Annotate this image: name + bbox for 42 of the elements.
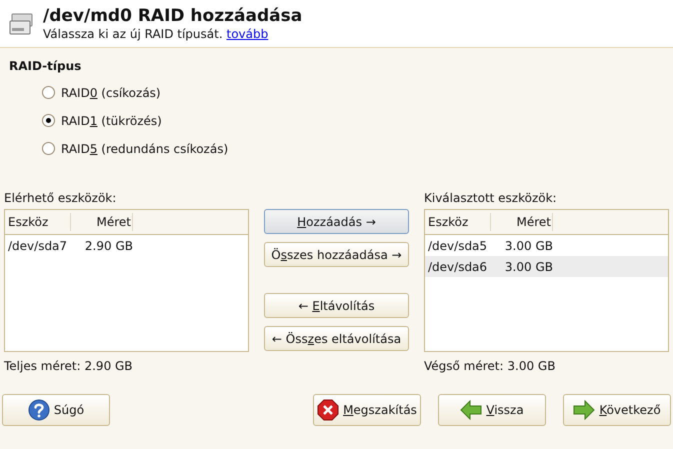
radio-button[interactable] xyxy=(42,86,55,99)
column-header[interactable]: Eszköz xyxy=(5,213,71,231)
size-cell-text: 3.00 GB xyxy=(504,238,553,254)
radio-button[interactable] xyxy=(42,114,55,127)
back-button[interactable]: Vissza xyxy=(438,394,546,426)
size-total: Teljes méret: 2.90 GB xyxy=(4,358,134,375)
transfer-button[interactable]: ← Összes eltávolítása xyxy=(264,326,409,351)
list-label: Kiválasztott eszközök: xyxy=(424,190,558,207)
transfer-button[interactable]: Hozzáadás → xyxy=(264,209,409,234)
more-link[interactable]: tovább xyxy=(226,26,268,40)
dialog-title: /dev/md0 RAID hozzáadása xyxy=(43,6,302,26)
dialog-subtitle: Válassza ki az új RAID típusát. tovább xyxy=(43,26,270,42)
section-heading: RAID-típus xyxy=(9,58,82,75)
transfer-button[interactable]: ← Eltávolítás xyxy=(264,293,409,318)
column-header[interactable]: Méret xyxy=(71,213,133,231)
size-cell-text: 2.90 GB xyxy=(84,238,133,254)
drive-icon xyxy=(9,12,33,34)
raid-radio[interactable]: RAID1 (tükrözés) xyxy=(42,112,162,129)
device-row[interactable]: /dev/sda7 2.90 GB xyxy=(5,235,248,256)
size-total: Végső méret: 3.00 GB xyxy=(424,358,556,375)
list-label: Elérhető eszközök: xyxy=(4,190,118,207)
help-icon xyxy=(28,399,50,421)
next-button[interactable]: Következő xyxy=(563,394,671,426)
column-header[interactable]: Eszköz xyxy=(425,213,491,231)
raid-radio[interactable]: RAID5 (redundáns csíkozás) xyxy=(42,140,228,157)
device-list[interactable]: Eszköz Méret /dev/sda7 2.90 GB xyxy=(4,209,249,352)
device-cell-text: /dev/sda6 xyxy=(427,258,488,276)
help-button[interactable]: Súgó xyxy=(2,394,110,426)
device-cell-text: /dev/sda7 xyxy=(7,238,68,254)
raid-radio[interactable]: RAID0 (csíkozás) xyxy=(42,84,161,101)
right-arrow-icon xyxy=(573,400,596,420)
column-header[interactable]: Méret xyxy=(491,213,553,231)
left-arrow-icon xyxy=(460,400,482,420)
radio-button[interactable] xyxy=(42,142,55,155)
transfer-button[interactable]: Összes hozzáadása → xyxy=(264,242,409,267)
device-row[interactable]: /dev/sda5 3.00 GB xyxy=(425,235,668,256)
stop-icon xyxy=(317,399,340,421)
device-row[interactable]: /dev/sda6 3.00 GB xyxy=(425,256,668,277)
device-list[interactable]: Eszköz Méret /dev/sda5 3.00 GB /dev/sda6 3.00 GB xyxy=(424,209,669,352)
size-cell-text: 3.00 GB xyxy=(504,258,553,276)
cancel-button[interactable]: Megszakítás xyxy=(313,394,421,426)
device-cell-text: /dev/sda5 xyxy=(427,238,488,254)
